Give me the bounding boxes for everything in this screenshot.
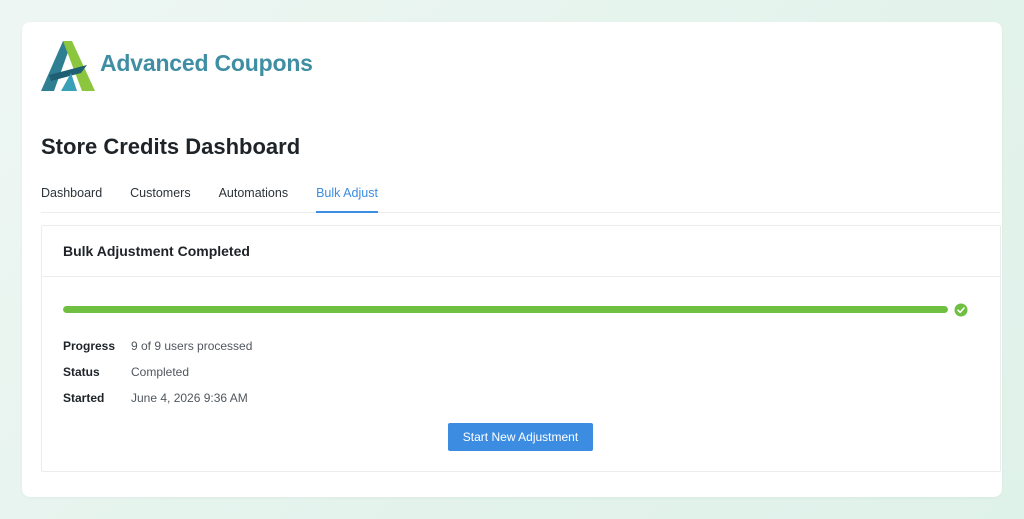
detail-row-status: Status Completed <box>63 359 252 385</box>
tab-bar: Dashboard Customers Automations Bulk Adj… <box>41 182 1000 213</box>
page-title: Store Credits Dashboard <box>41 134 301 159</box>
detail-label: Progress <box>63 339 116 353</box>
start-new-adjustment-button[interactable]: Start New Adjustment <box>448 423 593 451</box>
brand-name: Advanced Coupons <box>100 49 313 76</box>
adjustment-details: Progress 9 of 9 users processed Status C… <box>63 333 252 411</box>
panel-header: Bulk Adjustment Completed <box>42 226 1000 277</box>
panel-title: Bulk Adjustment Completed <box>63 243 250 259</box>
detail-label: Status <box>63 365 100 379</box>
advanced-coupons-logo-icon <box>41 41 95 91</box>
detail-row-started: Started June 4, 2026 9:36 AM <box>63 385 252 411</box>
check-circle-icon <box>954 303 968 317</box>
tab-automations[interactable]: Automations <box>219 182 288 211</box>
bulk-adjustment-panel: Bulk Adjustment Completed Progress 9 of … <box>41 225 1001 472</box>
tab-customers[interactable]: Customers <box>130 182 190 211</box>
progress-bar <box>63 306 948 313</box>
detail-value: 9 of 9 users processed <box>131 339 253 353</box>
detail-value: June 4, 2026 9:36 AM <box>131 391 248 405</box>
main-card: Advanced Coupons Store Credits Dashboard… <box>22 22 1002 497</box>
detail-value: Completed <box>131 365 190 379</box>
detail-row-progress: Progress 9 of 9 users processed <box>63 333 252 359</box>
brand-logo[interactable]: Advanced Coupons <box>41 40 313 92</box>
progress-row <box>63 303 969 317</box>
progress-bar-fill <box>63 306 948 313</box>
detail-label: Started <box>63 391 105 405</box>
tab-bulk-adjust[interactable]: Bulk Adjust <box>316 182 378 213</box>
tab-dashboard[interactable]: Dashboard <box>41 182 102 211</box>
